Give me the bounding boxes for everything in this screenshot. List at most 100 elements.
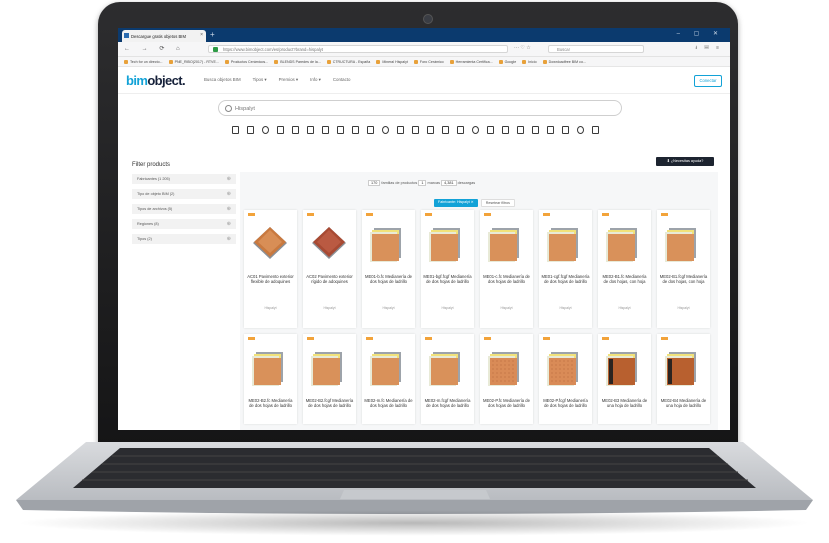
category-icon[interactable]	[502, 126, 509, 134]
product-brand[interactable]: Hispalyt	[362, 306, 415, 310]
product-title[interactable]: ME01-cgf.fcgf Medianería de dos hojas de…	[541, 274, 590, 284]
category-icon[interactable]	[562, 126, 569, 134]
category-icon[interactable]	[367, 126, 374, 134]
category-icon[interactable]	[307, 126, 314, 134]
browser-menu-icons[interactable]: ⭳ ▤ ≡	[695, 45, 722, 53]
bookmark-item[interactable]: BLENDS Paredes de la...	[274, 59, 321, 64]
category-icon[interactable]	[547, 126, 554, 134]
bookmark-item[interactable]: Inicio	[522, 59, 537, 64]
new-tab-button[interactable]: +	[210, 30, 215, 40]
product-card[interactable]: ME01-bgf.fcgf Medianería de dos hojas de…	[421, 210, 474, 328]
expand-icon[interactable]: ⊕	[227, 234, 231, 244]
product-card[interactable]: AC01 Pavimento exterior flexible de adoq…	[244, 210, 297, 328]
category-icon[interactable]	[457, 126, 464, 134]
category-icon[interactable]	[397, 126, 404, 134]
category-icon[interactable]	[322, 126, 329, 134]
category-icon[interactable]	[337, 126, 344, 134]
category-icon[interactable]	[247, 126, 254, 134]
category-icon[interactable]	[442, 126, 449, 134]
close-tab-icon[interactable]: ×	[200, 32, 203, 38]
category-icon[interactable]	[262, 126, 269, 134]
active-filter-pill[interactable]: Fabricante: Hispalyt ✕	[434, 199, 478, 207]
nav-link[interactable]: Contacto	[333, 77, 351, 83]
product-title[interactable]: ME02-m.fcgf Medianería de dos hojas de l…	[423, 398, 472, 408]
category-icon[interactable]	[532, 126, 539, 134]
bookmark-item[interactable]: Productos Cerámicos...	[224, 59, 268, 64]
bookmark-item[interactable]: Google	[498, 59, 516, 64]
nav-link[interactable]: Premios ▾	[279, 77, 299, 83]
filter-row[interactable]: Fabricantes (1 205) ⊕	[132, 174, 236, 184]
expand-icon[interactable]: ⊕	[227, 219, 231, 229]
product-card[interactable]: ME01-b.fc Medianería de dos hojas de lad…	[362, 210, 415, 328]
product-card[interactable]: ME02-P.fcgf Medianería de dos hojas de l…	[539, 334, 592, 424]
category-icon[interactable]	[277, 126, 284, 134]
product-card[interactable]: ME02-B2.fcgf Medianería de dos hojas de …	[303, 334, 356, 424]
bookmark-item[interactable]: PNE_RIBO(2017) - RTVE...	[168, 59, 219, 64]
category-icon[interactable]	[412, 126, 419, 134]
category-icon[interactable]	[517, 126, 524, 134]
product-card[interactable]: ME02-B2.fc Medianería de dos hojas de la…	[244, 334, 297, 424]
product-card[interactable]: ME02-m.fcgf Medianería de dos hojas de l…	[421, 334, 474, 424]
product-card[interactable]: ME01-cgf.fcgf Medianería de dos hojas de…	[539, 210, 592, 328]
product-card[interactable]: AC02 Pavimento exterior rígido de adoqui…	[303, 210, 356, 328]
category-icon[interactable]	[292, 126, 299, 134]
product-brand[interactable]: Hispalyt	[244, 306, 297, 310]
product-title[interactable]: ME01-b.fc Medianería de dos hojas de lad…	[364, 274, 413, 284]
product-title[interactable]: ME01-c.fc Medianería de dos hojas de lad…	[482, 274, 531, 284]
bookmark-item[interactable]: CTRUCTURA - España	[326, 59, 370, 64]
connect-button[interactable]: Conectar	[694, 75, 722, 87]
product-card[interactable]: ME02-B4 Medianería de una hoja de ladril…	[657, 334, 710, 424]
bookmark-item[interactable]: Foro Cerámico	[413, 59, 444, 64]
bookmark-item[interactable]: Downloadfree BIM co...	[542, 59, 586, 64]
nav-buttons[interactable]: ← → ⟳ ⌂	[124, 45, 185, 52]
product-title[interactable]: ME02-B2.fc Medianería de dos hojas de la…	[246, 398, 295, 408]
product-brand[interactable]: Hispalyt	[480, 306, 533, 310]
product-title[interactable]: ME02-B1.fcgf Medianería de dos hojas, co…	[659, 274, 708, 284]
nav-link[interactable]: Tipos ▾	[253, 77, 267, 83]
bimobject-logo[interactable]: bimobject.	[126, 73, 186, 88]
window-controls[interactable]: – ▢ ✕	[677, 30, 724, 37]
category-icon[interactable]	[592, 126, 599, 134]
product-title[interactable]: ME02-B3 Medianería de una hoja de ladril…	[600, 398, 649, 408]
expand-icon[interactable]: ⊕	[227, 204, 231, 214]
nav-link[interactable]: Info ▾	[310, 77, 321, 83]
product-title[interactable]: ME02-B4 Medianería de una hoja de ladril…	[659, 398, 708, 408]
category-icon[interactable]	[427, 126, 434, 134]
bookmark-item[interactable]: Herramienta Certifica...	[449, 59, 493, 64]
bookmark-item[interactable]: Tech for un directo...	[124, 59, 163, 64]
category-icon[interactable]	[382, 126, 389, 134]
product-title[interactable]: ME02-m.fc Medianería de dos hojas de lad…	[364, 398, 413, 408]
filter-row[interactable]: Regiones (8) ⊕	[132, 219, 236, 229]
browser-search-input[interactable]: Buscar	[548, 45, 644, 53]
product-brand[interactable]: Hispalyt	[657, 306, 710, 310]
product-brand[interactable]: Hispalyt	[539, 306, 592, 310]
filter-row[interactable]: Tipos (2) ⊕	[132, 234, 236, 244]
product-title[interactable]: AC01 Pavimento exterior flexible de adoq…	[246, 274, 295, 284]
product-search-input[interactable]: Hispalyt	[218, 100, 622, 116]
bookmark-item[interactable]: Mineral Hispalyt	[376, 59, 408, 64]
product-brand[interactable]: Hispalyt	[421, 306, 474, 310]
product-card[interactable]: ME01-c.fc Medianería de dos hojas de lad…	[480, 210, 533, 328]
product-card[interactable]: ME02-m.fc Medianería de dos hojas de lad…	[362, 334, 415, 424]
product-title[interactable]: ME02-B2.fcgf Medianería de dos hojas de …	[305, 398, 354, 408]
category-icon[interactable]	[487, 126, 494, 134]
reset-filters-button[interactable]: Resetear filtros	[480, 199, 515, 207]
product-title[interactable]: ME02-B1.fc Medianería de dos hojas, con …	[600, 274, 649, 284]
product-brand[interactable]: Hispalyt	[598, 306, 651, 310]
expand-icon[interactable]: ⊕	[227, 189, 231, 199]
page-actions-icon[interactable]: ··· ♡ ☆	[514, 45, 531, 51]
product-title[interactable]: ME02-P.fcgf Medianería de dos hojas de l…	[541, 398, 590, 408]
browser-tab[interactable]: Descargue gratis objetos BIM ×	[122, 30, 206, 42]
product-brand[interactable]: Hispalyt	[303, 306, 356, 310]
category-icon[interactable]	[577, 126, 584, 134]
url-bar[interactable]: https://www.bimobject.com/es/product?bra…	[208, 45, 508, 53]
product-title[interactable]: ME01-bgf.fcgf Medianería de dos hojas de…	[423, 274, 472, 284]
category-icon[interactable]	[232, 126, 239, 134]
product-title[interactable]: AC02 Pavimento exterior rígido de adoqui…	[305, 274, 354, 284]
product-card[interactable]: ME02-B1.fcgf Medianería de dos hojas, co…	[657, 210, 710, 328]
product-card[interactable]: ME02-B3 Medianería de una hoja de ladril…	[598, 334, 651, 424]
product-title[interactable]: ME02-P.fc Medianería de dos hojas de lad…	[482, 398, 531, 408]
nav-link[interactable]: Busca objetos BIM	[204, 77, 241, 83]
expand-icon[interactable]: ⊕	[227, 174, 231, 184]
product-card[interactable]: ME02-P.fc Medianería de dos hojas de lad…	[480, 334, 533, 424]
